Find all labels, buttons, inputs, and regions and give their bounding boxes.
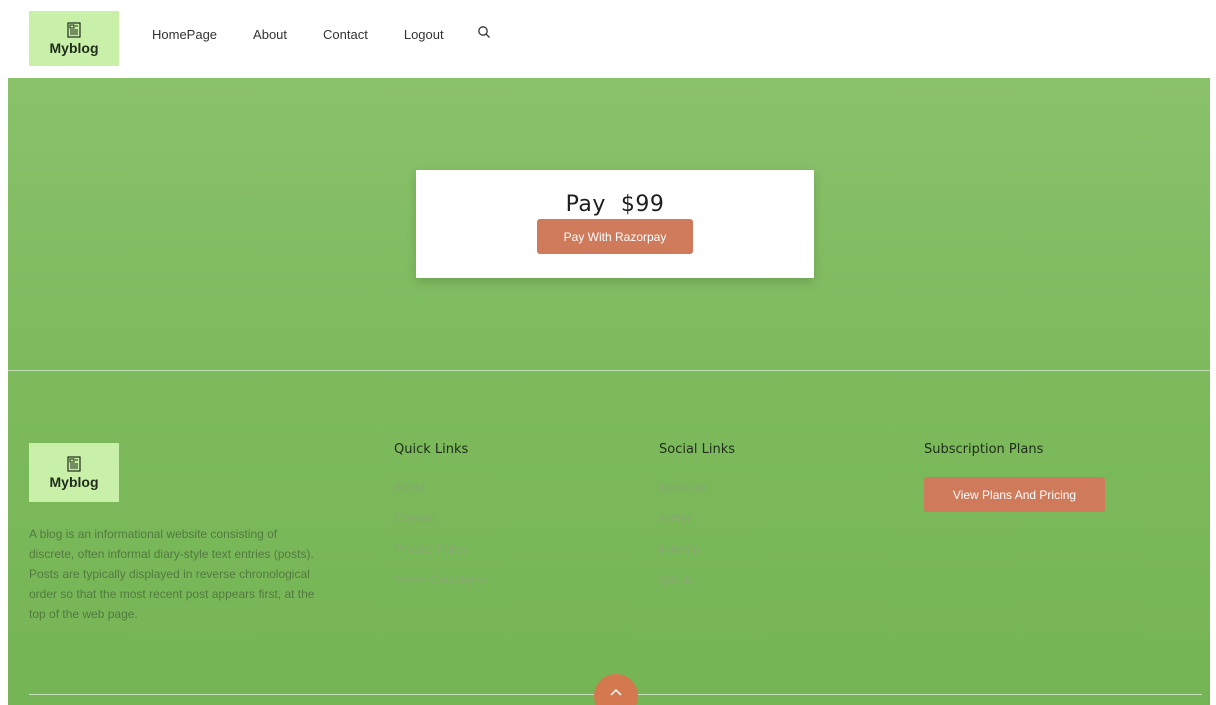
social-link-github[interactable]: github — [659, 573, 735, 604]
site-logo[interactable]: Myblog — [29, 11, 119, 66]
newspaper-icon — [67, 455, 81, 472]
quick-link-about[interactable]: About — [394, 480, 487, 511]
nav-about[interactable]: About — [253, 27, 287, 42]
view-plans-button[interactable]: View Plans And Pricing — [924, 477, 1105, 512]
site-header: Myblog HomePage About Contact Logout — [0, 0, 1216, 78]
social-links-section: Social Links facebook twitter linkedin g… — [659, 442, 735, 604]
quick-link-terms-conditions[interactable]: Terms Conditions — [394, 573, 487, 604]
pay-with-razorpay-button[interactable]: Pay With Razorpay — [537, 219, 693, 254]
social-link-linkedin[interactable]: linkedin — [659, 542, 735, 573]
nav-logout[interactable]: Logout — [404, 27, 444, 42]
footer-description: A blog is an informational website consi… — [29, 527, 315, 621]
scroll-to-top-button[interactable] — [594, 674, 638, 705]
social-links-title: Social Links — [659, 442, 736, 457]
search-icon[interactable] — [477, 25, 491, 39]
main-nav: HomePage About Contact Logout — [152, 25, 491, 42]
social-link-twitter[interactable]: twitter — [659, 511, 735, 542]
quick-links-title: Quick Links — [394, 442, 469, 457]
chevron-up-icon — [610, 688, 622, 696]
section-divider — [8, 370, 1210, 371]
subscription-plans-section: Subscription Plans View Plans And Pricin… — [924, 442, 1105, 512]
payment-title: Pay $99 — [565, 192, 665, 217]
logo-text: Myblog — [49, 39, 99, 56]
quick-links-section: Quick Links About Contact Privacy Policy… — [394, 442, 487, 604]
quick-link-contact[interactable]: Contact — [394, 511, 487, 542]
subscription-plans-title: Subscription Plans — [924, 442, 1044, 457]
social-link-facebook[interactable]: facebook — [659, 480, 735, 511]
newspaper-icon — [67, 21, 81, 38]
nav-contact[interactable]: Contact — [323, 27, 368, 42]
payment-card: Pay $99 Pay With Razorpay — [416, 170, 814, 278]
nav-homepage[interactable]: HomePage — [152, 27, 217, 42]
footer-logo[interactable]: Myblog — [29, 443, 119, 502]
footer-logo-text: Myblog — [49, 473, 99, 490]
main-content: Pay $99 Pay With Razorpay Myblog A blog … — [8, 78, 1210, 705]
quick-link-privacy-policy[interactable]: Privacy Policy — [394, 542, 487, 573]
